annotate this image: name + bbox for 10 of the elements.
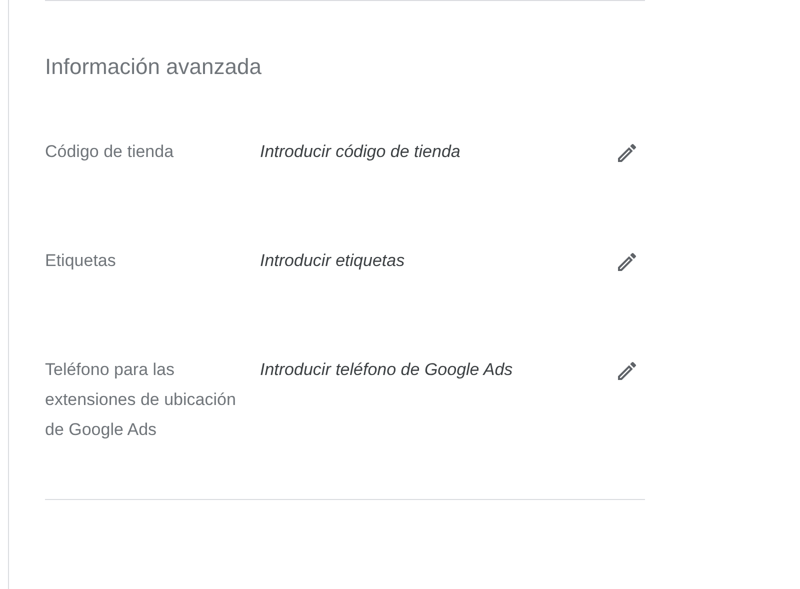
pencil-icon — [615, 250, 639, 274]
input-field[interactable]: Introducir código de tienda — [260, 137, 611, 167]
pencil-icon — [615, 359, 639, 383]
input-field[interactable]: Introducir teléfono de Google Ads — [260, 355, 611, 385]
pencil-icon — [615, 141, 639, 165]
input-field[interactable]: Introducir etiquetas — [260, 246, 611, 276]
field-label: Código de tienda — [45, 141, 175, 163]
section-title: Información avanzada — [45, 53, 262, 81]
field-label: Teléfono para las extensiones de ubicación de Google Ads — [45, 359, 237, 441]
field-label: Etiquetas — [45, 250, 117, 272]
